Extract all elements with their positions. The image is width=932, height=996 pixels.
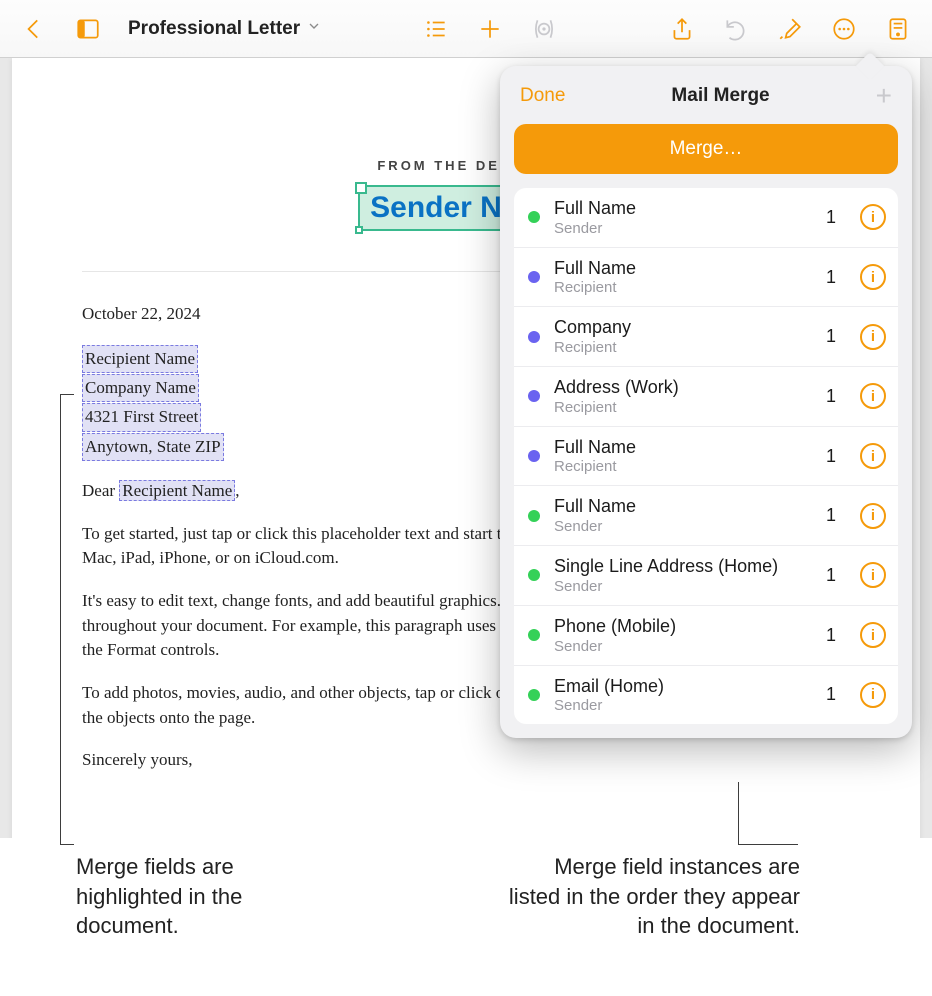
field-role: Recipient [554,399,812,416]
status-dot [528,450,540,462]
field-name: Single Line Address (Home) [554,556,812,577]
mail-merge-popover: Done Mail Merge + Merge… Full NameSender… [500,66,912,738]
field-role: Recipient [554,279,812,296]
field-role: Sender [554,518,812,535]
info-icon[interactable]: i [860,324,886,350]
status-dot [528,271,540,283]
sidebar-icon[interactable] [64,8,112,50]
merge-field-row[interactable]: Address (Work)Recipient 1 i [514,367,898,427]
info-icon[interactable]: i [860,503,886,529]
field-role: Recipient [554,458,812,475]
info-icon[interactable]: i [860,204,886,230]
field-role: Recipient [554,339,812,356]
merge-field-city-state-zip[interactable]: Anytown, State ZIP [82,433,224,461]
status-dot [528,689,540,701]
document-options-icon[interactable] [874,8,922,50]
field-count: 1 [826,684,836,705]
callouts: Merge fields are highlighted in the docu… [0,840,932,996]
field-name: Company [554,317,812,338]
insert-icon[interactable] [466,8,514,50]
more-icon[interactable] [820,8,868,50]
field-count: 1 [826,207,836,228]
callout-leader [60,394,61,844]
status-dot [528,629,540,641]
info-icon[interactable]: i [860,443,886,469]
field-name: Full Name [554,496,812,517]
media-icon[interactable] [520,8,568,50]
callout-leader [738,782,739,844]
field-role: Sender [554,697,812,714]
merge-field-recipient-name[interactable]: Recipient Name [82,345,198,373]
field-count: 1 [826,505,836,526]
field-name: Full Name [554,258,812,279]
field-count: 1 [826,267,836,288]
info-icon[interactable]: i [860,383,886,409]
chevron-down-icon [306,18,322,40]
field-count: 1 [826,326,836,347]
merge-field-street[interactable]: 4321 First Street [82,403,201,431]
field-name: Address (Work) [554,377,812,398]
merge-field-recipient-name-2[interactable]: Recipient Name [119,480,235,501]
back-button[interactable] [10,8,58,50]
undo-icon[interactable] [712,8,760,50]
merge-button[interactable]: Merge… [514,124,898,174]
add-field-button[interactable]: + [876,82,892,110]
info-icon[interactable]: i [860,562,886,588]
merge-field-row[interactable]: Phone (Mobile)Sender 1 i [514,606,898,666]
merge-field-company[interactable]: Company Name [82,374,199,402]
field-name: Full Name [554,198,812,219]
document-title[interactable]: Professional Letter [128,18,322,40]
status-dot [528,510,540,522]
callout-right: Merge field instances are listed in the … [500,852,800,941]
format-brush-icon[interactable] [766,8,814,50]
field-name: Full Name [554,437,812,458]
status-dot [528,390,540,402]
document-title-text: Professional Letter [128,18,300,40]
status-dot [528,569,540,581]
field-count: 1 [826,625,836,646]
info-icon[interactable]: i [860,682,886,708]
field-count: 1 [826,446,836,467]
merge-field-row[interactable]: Full NameSender 1 i [514,188,898,248]
callout-leader [60,394,74,395]
merge-field-list: Full NameSender1iFull NameRecipient1iCom… [514,188,898,724]
field-count: 1 [826,565,836,586]
status-dot [528,331,540,343]
info-icon[interactable]: i [860,264,886,290]
field-role: Sender [554,638,812,655]
merge-field-row[interactable]: Full NameRecipient 1 i [514,248,898,308]
closing-line: Sincerely yours, [82,748,850,773]
toolbar: Professional Letter [0,0,932,58]
info-icon[interactable]: i [860,622,886,648]
field-count: 1 [826,386,836,407]
callout-left: Merge fields are highlighted in the docu… [76,852,336,941]
list-view-icon[interactable] [412,8,460,50]
merge-field-row[interactable]: CompanyRecipient 1 i [514,307,898,367]
done-button[interactable]: Done [520,85,565,107]
field-name: Email (Home) [554,676,812,697]
status-dot [528,211,540,223]
field-name: Phone (Mobile) [554,616,812,637]
popover-title: Mail Merge [671,85,769,107]
merge-field-row[interactable]: Full NameRecipient 1 i [514,427,898,487]
merge-field-row[interactable]: Single Line Address (Home)Sender 1 i [514,546,898,606]
field-role: Sender [554,578,812,595]
field-role: Sender [554,220,812,237]
merge-field-row[interactable]: Email (Home)Sender 1 i [514,666,898,725]
share-icon[interactable] [658,8,706,50]
merge-field-row[interactable]: Full NameSender 1 i [514,486,898,546]
